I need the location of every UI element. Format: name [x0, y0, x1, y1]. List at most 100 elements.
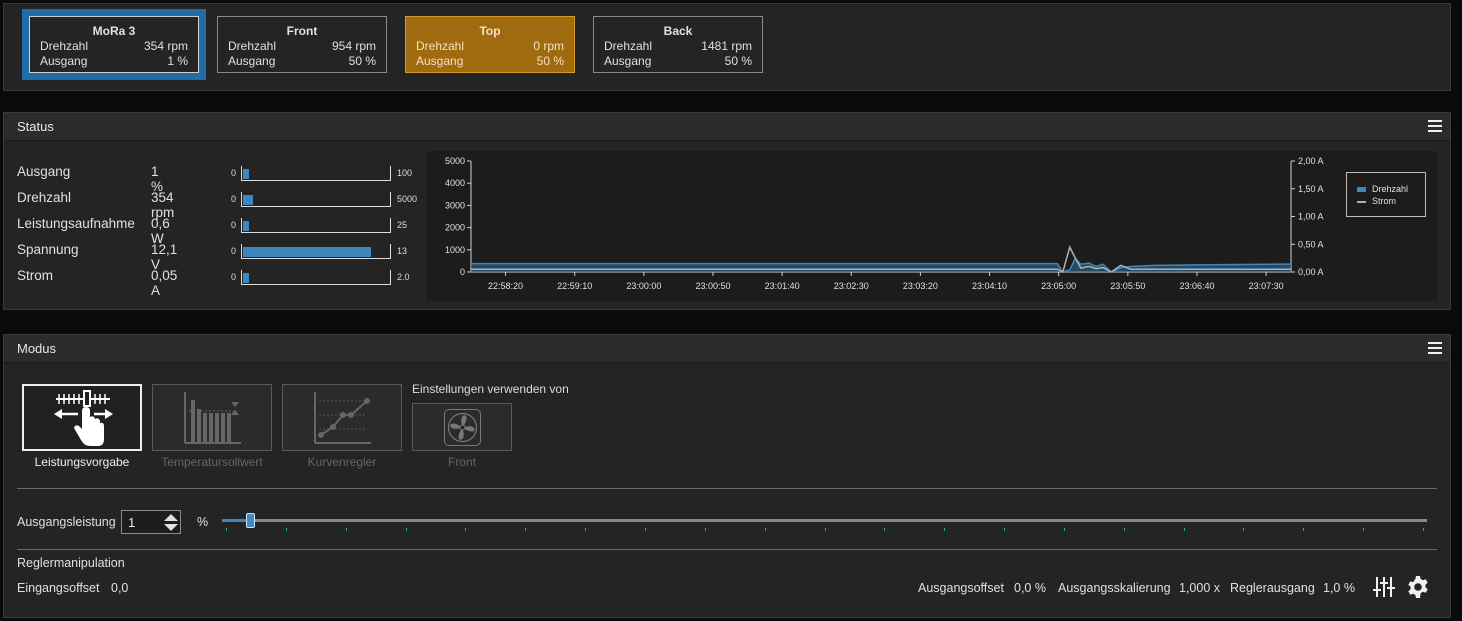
fan-output-label: Ausgang: [604, 54, 652, 68]
output-offset-value: 0,0 %: [1014, 581, 1046, 595]
status-level-fill: [243, 273, 249, 283]
status-level-bar: [241, 244, 391, 259]
x-tick-label: 23:04:10: [972, 281, 1007, 291]
slider-tick: [764, 528, 766, 531]
y-right-tick-label: 0,50 A: [1298, 239, 1324, 249]
slider-tick: [704, 528, 706, 531]
status-level-fill: [243, 247, 372, 257]
divider: [17, 549, 1437, 550]
modus-panel: Modus Leistungsvorgabe Temperatursollwer…: [3, 334, 1451, 618]
x-tick-label: 22:59:10: [557, 281, 592, 291]
fan-card-back[interactable]: Back Drehzahl 1481 rpm Ausgang 50 %: [593, 16, 763, 73]
fan-output-value: 1 %: [167, 54, 188, 68]
settings-from-fan-button[interactable]: [412, 403, 512, 451]
legend-swatch: [1357, 187, 1366, 193]
slider-tick: [285, 528, 287, 531]
input-offset-value: 0,0: [111, 581, 129, 595]
spin-up-icon[interactable]: [164, 514, 178, 521]
slider-tick: [944, 528, 946, 531]
chart-legend: Drehzahl Strom: [1346, 172, 1426, 217]
x-tick-label: 22:58:20: [488, 281, 523, 291]
y-left-tick-label: 2000: [445, 223, 465, 233]
slider-tick: [585, 528, 587, 531]
status-panel: Status Ausgang 1 % 0 100 Drehzahl 354 rpm 0 500…: [3, 112, 1451, 310]
slider-tick: [1063, 528, 1065, 531]
x-tick-label: 23:06:40: [1179, 281, 1214, 291]
output-scaling-value: 1,000 x: [1179, 581, 1221, 595]
fan-name: Front: [286, 24, 318, 38]
fan-card-front[interactable]: Front Drehzahl 954 rpm Ausgang 50 %: [217, 16, 387, 73]
status-level-bar: [241, 218, 391, 233]
legend-item-strom: Strom: [1357, 196, 1396, 206]
status-label: Ausgang: [17, 164, 71, 179]
x-tick-label: 23:05:00: [1041, 281, 1076, 291]
mode-power-setpoint-button[interactable]: [22, 384, 142, 451]
mode-curve-controller-button[interactable]: [282, 384, 402, 451]
fan-rpm-value: 0 rpm: [533, 39, 564, 53]
bar-chart-icon: [184, 392, 241, 444]
status-bar-max: 25: [397, 220, 408, 230]
gear-icon[interactable]: [1406, 575, 1430, 599]
settings-from-label: Einstellungen verwenden von: [412, 382, 569, 396]
output-power-spinbox[interactable]: [121, 510, 181, 534]
mode-power-setpoint-label: Leistungsvorgabe: [34, 455, 130, 469]
legend-item-drehzahl: Drehzahl: [1357, 184, 1408, 194]
slider-tick: [465, 528, 467, 531]
status-level-fill: [243, 221, 249, 231]
slider-tick: [1363, 528, 1365, 531]
slider-tick: [405, 528, 407, 531]
slider-tick: [1123, 528, 1125, 531]
output-power-slider-thumb[interactable]: [246, 513, 256, 528]
slider-tick: [1243, 528, 1245, 531]
mode-temperature-setpoint-label: Temperatursollwert: [161, 455, 263, 469]
settings-from-fan-label: Front: [447, 455, 476, 469]
mode-temperature-setpoint-button[interactable]: [152, 384, 272, 451]
output-power-slider-track[interactable]: [222, 519, 1427, 522]
fan-rpm-value: 1481 rpm: [701, 39, 752, 53]
fan-name: MoRa 3: [92, 24, 136, 38]
output-power-unit: %: [197, 515, 209, 529]
x-tick-label: 23:01:40: [765, 281, 800, 291]
slider-tick: [1423, 528, 1424, 531]
slider-tick: [226, 528, 227, 531]
divider: [17, 488, 1437, 489]
fan-rpm-value: 354 rpm: [143, 39, 188, 53]
x-tick-label: 23:00:50: [695, 281, 730, 291]
output-power-input[interactable]: [122, 511, 162, 533]
modus-title: Modus: [17, 341, 57, 356]
slider-ticks: [226, 528, 1424, 532]
sliders-icon[interactable]: [1372, 575, 1396, 599]
status-level-bar: [241, 166, 391, 181]
output-offset-label: Ausgangsoffset: [918, 581, 1004, 595]
fan-rpm-value: 954 rpm: [331, 39, 376, 53]
spin-down-icon[interactable]: [164, 524, 178, 531]
x-tick-label: 23:07:30: [1249, 281, 1284, 291]
slider-tick: [644, 528, 646, 531]
fan-icon: [444, 409, 481, 446]
y-left-tick-label: 0: [460, 267, 465, 277]
y-right-tick-label: 1,50 A: [1298, 184, 1324, 194]
status-bar-min: 0: [231, 272, 237, 282]
fan-output-value: 50 %: [348, 54, 376, 68]
slider-tick: [345, 528, 347, 531]
hamburger-icon[interactable]: [1428, 342, 1442, 354]
chart-canvas: 5000 4000 3000 2000 1000 0 2,00 A 1,50 A 1,00 A 0…: [445, 156, 1324, 291]
y-left-tick-label: 5000: [445, 156, 465, 166]
fan-output-value: 50 %: [536, 54, 564, 68]
y-right-tick-label: 1,00 A: [1298, 212, 1324, 222]
legend-label: Strom: [1372, 196, 1397, 206]
status-bar-min: 0: [231, 220, 237, 230]
controller-output-value: 1,0 %: [1323, 581, 1355, 595]
fan-output-label: Ausgang: [416, 54, 464, 68]
fan-card-top[interactable]: Top Drehzahl 0 rpm Ausgang 50 %: [405, 16, 575, 73]
fan-overview-panel: MoRa 3 Drehzahl 354 rpm Ausgang 1 % Front …: [3, 3, 1451, 91]
status-bar-max: 5000: [397, 194, 418, 204]
slider-tick: [1183, 528, 1185, 531]
y-right-tick-label: 2,00 A: [1298, 156, 1324, 166]
status-bar-min: 0: [231, 168, 237, 178]
fan-card-mora3[interactable]: MoRa 3 Drehzahl 354 rpm Ausgang 1 %: [22, 9, 206, 80]
y-left-tick-label: 4000: [445, 178, 465, 188]
fan-output-value: 50 %: [724, 54, 752, 68]
status-value: 0,05 A: [151, 268, 178, 298]
hamburger-icon[interactable]: [1428, 120, 1442, 132]
